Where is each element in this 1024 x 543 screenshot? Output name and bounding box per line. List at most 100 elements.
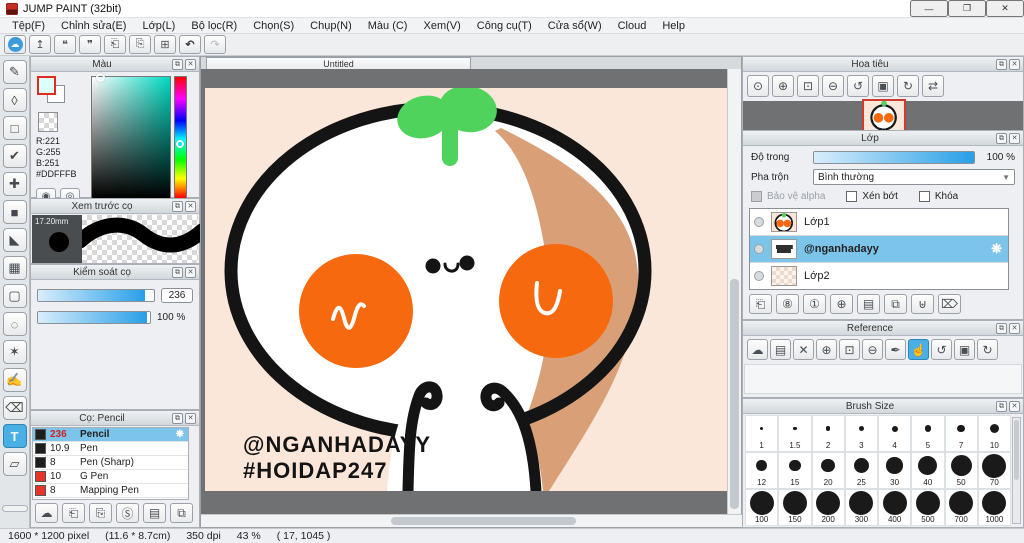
brush-folder-button[interactable]: ▤ bbox=[143, 503, 166, 523]
zoom-fit-button[interactable]: ⊡ bbox=[797, 75, 819, 97]
layer-opacity-slider[interactable] bbox=[813, 151, 975, 164]
popout-icon[interactable]: ⧉ bbox=[996, 322, 1007, 334]
layer-visibility-toggle[interactable] bbox=[754, 244, 764, 254]
gradient-tool[interactable]: ▦ bbox=[2, 256, 27, 280]
close-icon[interactable]: ✕ bbox=[1009, 400, 1020, 412]
layer-row-nganhadayy[interactable]: @nganhadayy ❋ bbox=[750, 236, 1008, 263]
zoom-fit-button[interactable]: ⊡ bbox=[839, 339, 860, 360]
operation-tool[interactable]: ▱ bbox=[2, 452, 27, 476]
brush-size-cell[interactable]: 7 bbox=[944, 415, 978, 452]
layer-visibility-toggle[interactable] bbox=[754, 217, 764, 227]
menu-item-window[interactable]: Cửa sổ(W) bbox=[540, 18, 610, 34]
brush-size-cell[interactable]: 40 bbox=[911, 452, 945, 489]
lock-checkbox[interactable] bbox=[918, 191, 930, 202]
hand-button[interactable]: ☝ bbox=[908, 339, 929, 360]
zoom-out-button[interactable]: ⊖ bbox=[862, 339, 883, 360]
brush-size-cell[interactable]: 400 bbox=[878, 489, 912, 526]
maximize-restore-button[interactable]: ❐ bbox=[948, 0, 986, 17]
folder-open-button[interactable]: ▤ bbox=[770, 339, 791, 360]
popout-icon[interactable]: ⧉ bbox=[996, 132, 1007, 144]
document-settings-button[interactable]: ⎘ bbox=[129, 35, 151, 54]
duplicate-layer-button[interactable]: ⧉ bbox=[884, 294, 907, 314]
menu-item-view[interactable]: Xem(V) bbox=[415, 18, 468, 34]
brush-size-cell[interactable]: 70 bbox=[977, 452, 1011, 489]
brush-size-cell[interactable]: 150 bbox=[778, 489, 812, 526]
layer-row-lop2[interactable]: Lớp2 bbox=[750, 263, 1008, 289]
hue-slider[interactable] bbox=[174, 76, 187, 199]
close-icon[interactable]: ✕ bbox=[1009, 322, 1020, 334]
brush-size-cell[interactable]: 700 bbox=[944, 489, 978, 526]
rotate-left-button[interactable]: ↺ bbox=[931, 339, 952, 360]
close-button[interactable]: ✕ bbox=[986, 0, 1024, 17]
eyedropper-button[interactable]: ✒ bbox=[885, 339, 906, 360]
menu-item-layer[interactable]: Lớp(L) bbox=[134, 18, 183, 34]
fill-rect-tool[interactable]: ■ bbox=[2, 200, 27, 224]
zoom-in-button[interactable]: ⊕ bbox=[772, 75, 794, 97]
text-tool[interactable]: T bbox=[2, 424, 27, 448]
move-tool[interactable]: ✚ bbox=[2, 172, 27, 196]
menu-item-tools[interactable]: Công cụ(T) bbox=[469, 18, 540, 34]
delete-layer-button[interactable]: ⌦ bbox=[938, 294, 961, 314]
brush-size-cell[interactable]: 12 bbox=[745, 452, 779, 489]
brush-size-cell[interactable]: 15 bbox=[778, 452, 812, 489]
popout-icon[interactable]: ⧉ bbox=[172, 266, 183, 278]
brush-size-cell[interactable]: 20 bbox=[811, 452, 845, 489]
brush-size-slider[interactable] bbox=[37, 289, 155, 302]
close-icon[interactable]: ✕ bbox=[185, 58, 196, 70]
select-pen-tool[interactable]: ✍ bbox=[2, 368, 27, 392]
add-8bit-layer-button[interactable]: ⑧ bbox=[776, 294, 799, 314]
canvas-horizontal-scrollbar[interactable] bbox=[201, 514, 743, 527]
close-icon[interactable]: ✕ bbox=[1009, 132, 1020, 144]
popout-icon[interactable]: ⧉ bbox=[996, 58, 1007, 70]
brush-size-cell[interactable]: 3 bbox=[844, 415, 878, 452]
menu-item-filter[interactable]: Bộ lọc(R) bbox=[183, 18, 245, 34]
add-brush-menu-button[interactable]: ⎘ bbox=[89, 503, 112, 523]
rotate-right-button[interactable]: ↻ bbox=[897, 75, 919, 97]
comment-button[interactable]: ❝ bbox=[54, 35, 76, 54]
menu-item-color[interactable]: Màu (C) bbox=[360, 18, 416, 34]
brush-size-cell[interactable]: 500 bbox=[911, 489, 945, 526]
rotate-right-button[interactable]: ↻ bbox=[977, 339, 998, 360]
layer-blend-select[interactable]: Bình thường ▼ bbox=[813, 169, 1015, 185]
zoom-out-button[interactable]: ⊖ bbox=[822, 75, 844, 97]
rotate-left-button[interactable]: ↺ bbox=[847, 75, 869, 97]
cloud-sync-button[interactable]: ☁ bbox=[4, 35, 26, 54]
brush-size-cell[interactable]: 10 bbox=[977, 415, 1011, 452]
add-1bit-layer-button[interactable]: ① bbox=[803, 294, 826, 314]
brush-size-value[interactable]: 236 bbox=[161, 288, 193, 303]
brush-opacity-slider[interactable] bbox=[37, 311, 151, 324]
close-icon[interactable]: ✕ bbox=[185, 412, 196, 424]
redo-button[interactable]: ↷ bbox=[204, 35, 226, 54]
brush-settings-icon[interactable]: ❋ bbox=[176, 429, 184, 440]
minimize-button[interactable]: — bbox=[910, 0, 948, 17]
clear-button[interactable]: ✕ bbox=[793, 339, 814, 360]
popout-icon[interactable]: ⧉ bbox=[172, 412, 183, 424]
brush-row-pen[interactable]: 10.9 Pen bbox=[33, 442, 188, 456]
layer-settings-icon[interactable]: ❋ bbox=[991, 241, 1002, 257]
brush-size-cell[interactable]: 25 bbox=[844, 452, 878, 489]
add-brush-button[interactable]: ⎗ bbox=[62, 503, 85, 523]
select-rect-tool[interactable]: ▢ bbox=[2, 284, 27, 308]
navigator-view-rect[interactable] bbox=[862, 99, 906, 133]
brush-size-cell[interactable]: 1000 bbox=[977, 489, 1011, 526]
clipping-checkbox[interactable] bbox=[846, 191, 858, 202]
layer-row-lop1[interactable]: Lớp1 bbox=[750, 209, 1008, 236]
comment-list-button[interactable]: ❞ bbox=[79, 35, 101, 54]
brush-size-cell[interactable]: 5 bbox=[911, 415, 945, 452]
transparent-color-swatch[interactable] bbox=[38, 112, 58, 132]
brush-size-cell[interactable]: 1 bbox=[745, 415, 779, 452]
cloud-open-button[interactable]: ☁ bbox=[747, 339, 768, 360]
document-tab[interactable]: Untitled bbox=[206, 57, 471, 69]
brush-size-cell[interactable]: 1.5 bbox=[778, 415, 812, 452]
artwork-canvas[interactable]: @NGANHADAYY #HOIDAP247 bbox=[205, 88, 729, 491]
menu-item-file[interactable]: Tệp(F) bbox=[4, 18, 53, 34]
navigator-preview[interactable] bbox=[743, 99, 1023, 133]
brush-row-g-pen[interactable]: 10 G Pen bbox=[33, 470, 188, 484]
brush-size-cell[interactable]: 4 bbox=[878, 415, 912, 452]
add-layer-menu-button[interactable]: ⊕ bbox=[830, 294, 853, 314]
select-eraser-tool[interactable]: ⌫ bbox=[2, 396, 27, 420]
brush-row-mapping-pen[interactable]: 8 Mapping Pen bbox=[33, 484, 188, 498]
zoom-actual-button[interactable]: ⊙ bbox=[747, 75, 769, 97]
flip-horizontal-button[interactable]: ⇄ bbox=[922, 75, 944, 97]
control-point-tool[interactable]: ✔ bbox=[2, 144, 27, 168]
